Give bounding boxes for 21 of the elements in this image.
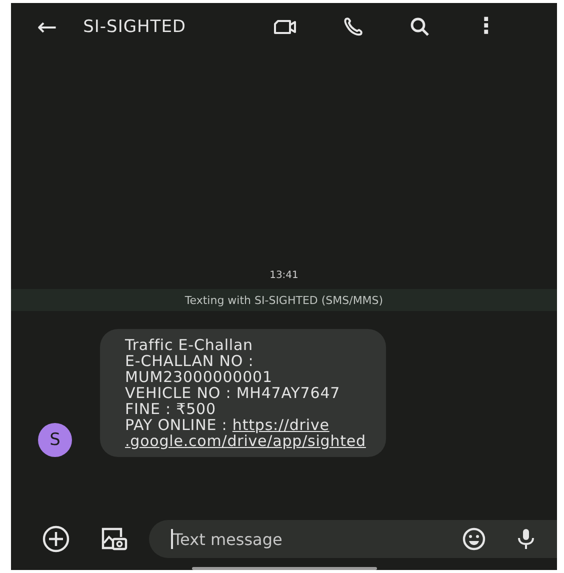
emoji-icon[interactable] xyxy=(461,526,487,552)
message-line: Traffic E-Challan xyxy=(125,336,253,354)
microphone-icon[interactable] xyxy=(515,527,537,551)
add-icon[interactable] xyxy=(41,524,71,554)
back-button[interactable]: ← xyxy=(37,14,58,40)
message-line: MUM23000000001 xyxy=(125,368,272,386)
text-cursor xyxy=(171,529,172,549)
message-line: E-CHALLAN NO : xyxy=(125,352,254,370)
contact-name: SI-SIGHTED xyxy=(83,17,188,37)
avatar[interactable]: S xyxy=(38,423,72,457)
search-icon[interactable] xyxy=(409,17,432,37)
link[interactable]: .google.com/drive/app/sighted xyxy=(125,432,366,450)
phone-icon[interactable] xyxy=(343,16,366,38)
message-line: FINE : ₹500 xyxy=(125,400,216,418)
link[interactable]: https://drive xyxy=(232,416,330,434)
message-line: VEHICLE NO : MH47AY7647 xyxy=(125,384,340,402)
banner-text: Texting with SI-SIGHTED (SMS/MMS) xyxy=(184,294,384,306)
message-input[interactable]: Text message xyxy=(149,520,557,558)
more-options-button[interactable]: ⋮ xyxy=(475,15,498,39)
timestamp: 13:41 xyxy=(268,270,300,281)
message-line: PAY ONLINE : xyxy=(125,416,228,434)
